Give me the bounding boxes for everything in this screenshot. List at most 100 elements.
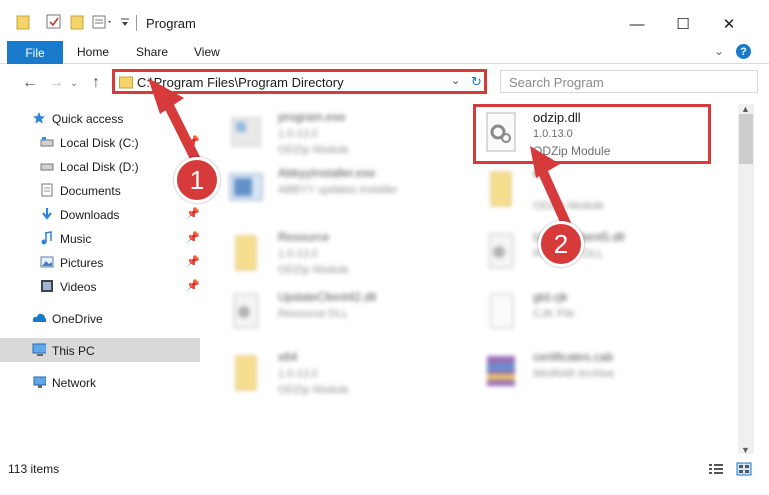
file-item-x64-folder[interactable]: x64 1.0.13.0 ODZip Module (220, 346, 460, 402)
sidebar-item-pictures[interactable]: Pictures 📌 (0, 250, 200, 274)
quick-access-dropdown-icon[interactable] (120, 14, 130, 30)
file-item-updateclient42[interactable]: UpdateClient42.dll Resource DLL (220, 286, 460, 342)
file-item-program-exe[interactable]: program.exe 1.0.13.0 ODZip Module (220, 106, 460, 162)
sidebar-item-downloads[interactable]: Downloads 📌 (0, 202, 200, 226)
file-name: certificates.cab (533, 350, 614, 364)
installer-icon (229, 173, 263, 201)
dll-gear-icon (488, 233, 514, 269)
file-name: Resource (278, 230, 330, 244)
back-arrow-icon[interactable]: ← (22, 74, 38, 92)
sidebar-item-onedrive[interactable]: OneDrive (0, 306, 200, 330)
file-item-en-folder[interactable]: en ODZip Module (475, 162, 715, 218)
file-description: WinRAR Archive (533, 368, 615, 380)
network-icon (33, 376, 46, 388)
exe-icon (231, 117, 261, 147)
file-item-resource-folder[interactable]: Resource 1.0.13.0 ODZip Module (220, 226, 460, 282)
sidebar-item-label: Quick access (52, 112, 124, 126)
file-item-updateclient5[interactable]: UpdateClient5.dll Resource DLL (475, 226, 715, 282)
scroll-thumb[interactable] (739, 114, 753, 164)
folder-icon[interactable] (16, 14, 30, 30)
scroll-up-arrow-icon[interactable]: ▲ (741, 104, 750, 114)
winrar-icon (487, 356, 515, 386)
search-placeholder: Search Program (509, 75, 604, 90)
scroll-down-arrow-icon[interactable]: ▼ (741, 445, 750, 455)
file-description: CJK File (533, 308, 575, 320)
drive-icon (40, 163, 54, 171)
sidebar-item-label: Local Disk (D:) (60, 160, 139, 174)
file-name: AbbyyInstaller.exe (278, 166, 376, 180)
file-description: ODZip Module (278, 264, 349, 276)
tab-share[interactable]: Share (136, 45, 168, 59)
file-icon (490, 293, 514, 329)
download-icon (42, 208, 52, 220)
sidebar-item-label: Videos (60, 280, 97, 294)
item-count: 113 items (8, 462, 60, 476)
properties-checkbox-icon[interactable] (46, 14, 62, 30)
videos-icon (41, 280, 53, 292)
dll-gear-icon (233, 293, 259, 329)
cloud-icon (32, 313, 46, 322)
close-button[interactable]: ✕ (706, 10, 752, 38)
status-bar: 113 items (0, 458, 769, 480)
music-icon (41, 231, 52, 245)
folder-icon (235, 235, 257, 271)
sidebar-item-network[interactable]: Network (0, 370, 200, 394)
callout-badge-2: 2 (538, 221, 584, 267)
file-version: 1.0.13.0 (278, 128, 318, 140)
address-dropdown-icon[interactable]: ⌄ (451, 74, 460, 87)
ribbon: File Home Share View ⌄ ? (0, 40, 769, 64)
file-name: program.exe (278, 110, 346, 124)
folder-icon (490, 171, 512, 207)
sidebar-item-label: Network (52, 376, 97, 390)
tab-view[interactable]: View (194, 45, 220, 59)
sidebar-item-music[interactable]: Music 📌 (0, 226, 200, 250)
help-button[interactable]: ? (736, 44, 751, 59)
star-icon (33, 112, 45, 124)
forward-arrow-icon[interactable]: → (48, 74, 64, 92)
file-name: gtd.cjk (533, 290, 568, 304)
maximize-button[interactable]: ☐ (660, 10, 706, 38)
customize-view-icon[interactable] (92, 14, 114, 30)
file-name: UpdateClient42.dll (278, 290, 377, 304)
details-view-icon[interactable] (708, 462, 724, 476)
sidebar-item-label: This PC (52, 344, 95, 358)
file-item-abbyy-installer[interactable]: AbbyyInstaller.exe ABBYY updates install… (220, 162, 460, 218)
drive-icon (40, 137, 54, 147)
file-description: Resource DLL (278, 308, 349, 320)
large-icons-view-icon[interactable] (736, 462, 752, 476)
refresh-icon[interactable]: ↻ (466, 71, 487, 92)
minimize-button[interactable]: — (614, 10, 660, 38)
expand-ribbon-chevron-icon[interactable]: ⌄ (714, 44, 724, 58)
new-folder-icon[interactable] (70, 14, 84, 30)
tab-file[interactable]: File (7, 41, 63, 64)
tab-home[interactable]: Home (77, 45, 109, 59)
callout-badge-1: 1 (174, 157, 220, 203)
search-input[interactable]: Search Program (500, 70, 758, 93)
documents-icon (41, 183, 53, 197)
computer-icon (32, 343, 46, 356)
title-separator (136, 15, 137, 31)
file-item-gtd-cjk[interactable]: gtd.cjk CJK File (475, 286, 715, 342)
pin-icon: 📌 (186, 256, 200, 268)
recent-locations-chevron-icon[interactable]: ⌄ (70, 78, 78, 89)
sidebar-item-label: Pictures (60, 256, 104, 270)
sidebar-item-label: Music (60, 232, 92, 246)
sidebar-item-this-pc[interactable]: This PC (0, 338, 200, 362)
file-version: 1.0.13.0 (278, 368, 318, 380)
file-item-certificates-cab[interactable]: certificates.cab WinRAR Archive (475, 346, 715, 402)
pin-icon: 📌 (186, 232, 200, 244)
sidebar-item-label: Local Disk (C:) (60, 136, 139, 150)
sidebar-item-label: OneDrive (52, 312, 103, 326)
file-description: ODZip Module (278, 144, 349, 156)
pin-icon: 📌 (186, 280, 200, 292)
title-bar: Program — ☐ ✕ (0, 0, 769, 40)
sidebar-item-videos[interactable]: Videos 📌 (0, 274, 200, 298)
window-title: Program (146, 16, 196, 31)
file-description: ODZip Module (278, 384, 349, 396)
selection-highlight-box (473, 104, 711, 164)
up-arrow-icon[interactable]: ↑ (92, 74, 100, 92)
pin-icon: 📌 (186, 208, 200, 220)
file-description: ABBYY updates installer (278, 184, 398, 196)
pictures-icon (40, 256, 54, 268)
file-version: 1.0.13.0 (278, 248, 318, 260)
